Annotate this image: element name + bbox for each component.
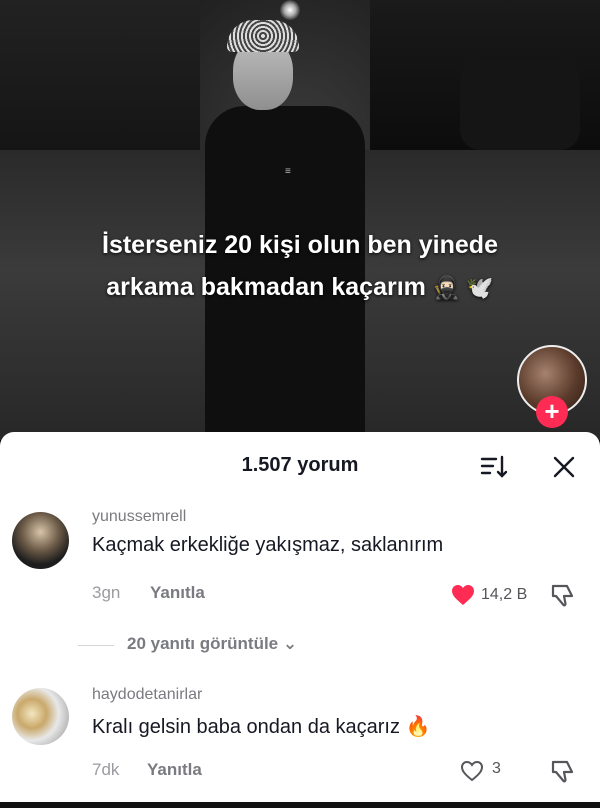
background-building xyxy=(0,0,200,160)
comments-header: 1.507 yorum xyxy=(0,432,600,498)
streetlight xyxy=(280,0,300,20)
commenter-avatar[interactable] xyxy=(12,512,69,569)
comment-item: yunussemrell Kaçmak erkekliğe yakışmaz, … xyxy=(0,498,600,626)
sort-icon[interactable] xyxy=(480,454,508,480)
video-player[interactable]: ≡ İsterseniz 20 kişi olun ben yinede ark… xyxy=(0,0,600,440)
comment-time: 7dk xyxy=(92,760,120,779)
view-replies-button[interactable]: 20 yanıtı görüntüle ⌄ xyxy=(127,634,297,654)
close-icon[interactable] xyxy=(551,454,577,480)
commenter-avatar[interactable] xyxy=(12,688,69,745)
caption-line-2: arkama bakmadan kaçarım 🥷🏻 🕊️ xyxy=(0,266,600,309)
follow-button[interactable]: + xyxy=(536,396,568,428)
jacket-logo: ≡ xyxy=(285,166,291,177)
comments-sheet: 1.507 yorum yunussemrell Kaçmak erkekliğ… xyxy=(0,432,600,808)
view-replies-row[interactable]: 20 yanıtı görüntüle ⌄ xyxy=(0,634,600,658)
reply-button[interactable]: Yanıtla xyxy=(150,583,205,603)
reply-button[interactable]: Yanıtla xyxy=(147,760,202,780)
comment-item: haydodetanirlar Kralı gelsin baba ondan … xyxy=(0,682,600,802)
dislike-icon[interactable] xyxy=(550,758,576,784)
replies-divider xyxy=(78,645,114,646)
heart-filled-icon[interactable] xyxy=(451,584,475,606)
comment-text: Kaçmak erkekliğe yakışmaz, saklanırım xyxy=(92,534,444,556)
like-count: 3 xyxy=(492,760,501,777)
comment-username[interactable]: haydodetanirlar xyxy=(92,686,202,704)
caption-line-2-text: arkama bakmadan kaçarım xyxy=(106,273,426,301)
person-cap xyxy=(227,20,299,52)
comment-username[interactable]: yunussemrell xyxy=(92,508,186,526)
dislike-icon[interactable] xyxy=(550,582,576,608)
heart-outline-icon[interactable] xyxy=(460,760,484,782)
comment-time: 3gn xyxy=(92,583,121,602)
parked-car xyxy=(460,60,580,150)
comments-count-title: 1.507 yorum xyxy=(241,454,359,476)
like-count: 14,2 B xyxy=(481,586,528,603)
comment-text: Kralı gelsin baba ondan da kaçarız 🔥 xyxy=(92,716,431,738)
video-caption: İsterseniz 20 kişi olun ben yinede arkam… xyxy=(0,224,600,309)
caption-emoji: 🥷🏻 🕊️ xyxy=(432,275,494,300)
bottom-edge xyxy=(0,802,600,808)
caption-line-1: İsterseniz 20 kişi olun ben yinede xyxy=(102,231,498,259)
